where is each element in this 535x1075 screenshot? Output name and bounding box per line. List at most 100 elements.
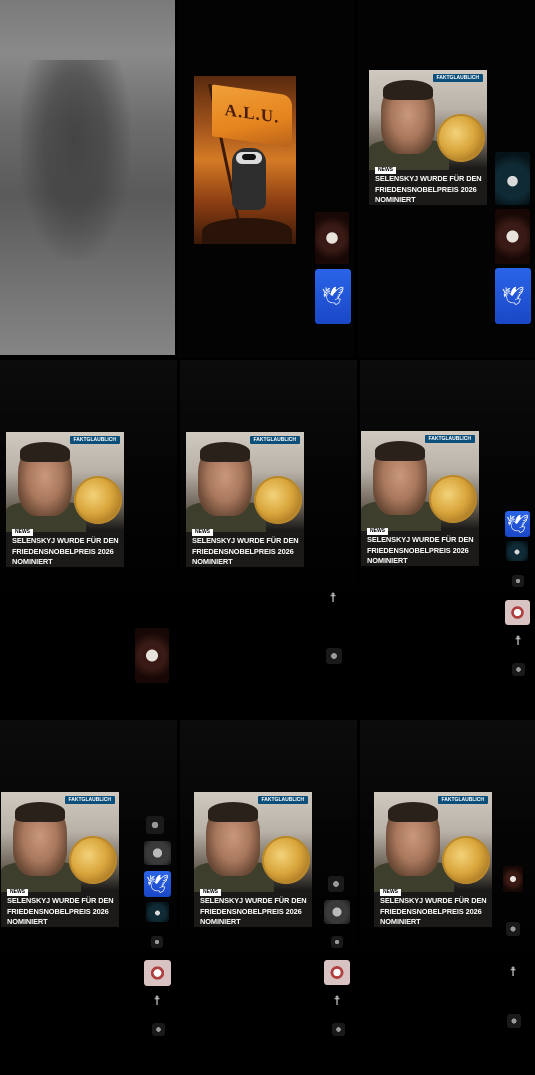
headline-line-3: NOMINIERT [12, 557, 53, 566]
brand-badge: FAKTGLAUBLICH [69, 436, 120, 444]
raccoon-flag-artwork[interactable]: A.L.U. [194, 76, 296, 244]
portrait-hair [20, 442, 70, 462]
person-icon[interactable]: ☨ [328, 992, 346, 1010]
side-thumbnail-record[interactable] [324, 960, 350, 985]
raccoon-figure [232, 148, 266, 210]
news-tag: NEWS [192, 529, 213, 536]
brand-badge: FAKTGLAUBLICH [257, 796, 308, 804]
headline-line-2: FRIEDENSNOBELPREIS 2026 [380, 906, 482, 916]
headline-line-2: FRIEDENSNOBELPREIS 2026 [12, 546, 114, 556]
headline-line-2: FRIEDENSNOBELPREIS 2026 [200, 906, 302, 916]
portrait-hair [15, 802, 65, 822]
post-card[interactable]: FAKTGLAUBLICH NEWS SELENSKYJ WURDE FÜR D… [1, 792, 119, 927]
headline-line-1: SELENSKYJ WURDE FÜR DEN [200, 896, 307, 905]
news-tag: NEWS [380, 889, 401, 896]
news-tag: NEWS [367, 528, 388, 535]
news-tag: NEWS [7, 889, 28, 896]
person-icon[interactable]: ☨ [508, 632, 528, 650]
side-thumbnail-medal[interactable] [135, 628, 169, 683]
headline-line-1: SELENSKYJ WURDE FÜR DEN [375, 174, 482, 183]
rock [202, 218, 292, 244]
news-tag: NEWS [200, 889, 221, 896]
headline-line-1: SELENSKYJ WURDE FÜR DEN [380, 896, 487, 905]
group-icon[interactable] [326, 648, 342, 664]
news-tag: NEWS [12, 529, 33, 536]
group-icon[interactable] [512, 663, 525, 676]
nobel-medal [74, 476, 122, 524]
group-icon[interactable] [332, 1023, 345, 1036]
side-thumbnail-avatar[interactable] [495, 152, 530, 205]
nobel-medal [254, 476, 302, 524]
blurred-video-thumbnail[interactable] [0, 0, 175, 355]
headline: SELENSKYJ WURDE FÜR DEN FRIEDENSNOBELPRE… [192, 536, 302, 567]
portrait-hair [388, 802, 438, 822]
post-card[interactable]: FAKTGLAUBLICH NEWS SELENSKYJ WURDE FÜR D… [194, 792, 312, 927]
side-thumbnail-record[interactable] [144, 960, 171, 986]
nobel-medal [429, 475, 477, 523]
side-thumbnail-coin[interactable] [512, 575, 524, 587]
side-thumbnail-dove[interactable] [495, 268, 531, 324]
portrait-hair [375, 441, 425, 461]
side-thumbnail-group[interactable] [324, 900, 350, 924]
group-icon[interactable] [507, 1014, 521, 1028]
side-thumbnail-medal[interactable] [315, 212, 349, 264]
headline: SELENSKYJ WURDE FÜR DEN FRIEDENSNOBELPRE… [7, 896, 117, 927]
brand-badge: FAKTGLAUBLICH [249, 436, 300, 444]
headline-line-2: FRIEDENSNOBELPREIS 2026 [367, 545, 469, 555]
side-thumbnail-medal[interactable] [503, 866, 523, 892]
side-thumbnail-avatar[interactable] [146, 902, 169, 922]
side-thumbnail-group[interactable] [144, 841, 171, 865]
nobel-medal [437, 114, 485, 162]
portrait-hair [200, 442, 250, 462]
group-icon[interactable] [152, 1023, 165, 1036]
person-icon[interactable]: ☨ [322, 588, 344, 608]
side-thumbnail-coin[interactable] [328, 876, 344, 892]
side-thumbnail-record[interactable] [505, 600, 530, 625]
headline-line-3: NOMINIERT [380, 917, 421, 926]
post-card[interactable]: FAKTGLAUBLICH NEWS SELENSKYJ WURDE FÜR D… [186, 432, 304, 567]
headline: SELENSKYJ WURDE FÜR DEN FRIEDENSNOBELPRE… [380, 896, 490, 927]
headline-line-1: SELENSKYJ WURDE FÜR DEN [12, 536, 119, 545]
headline-line-2: FRIEDENSNOBELPREIS 2026 [375, 184, 477, 194]
flag-text: A.L.U. [224, 100, 280, 127]
person-icon[interactable]: ☨ [503, 962, 523, 982]
headline: SELENSKYJ WURDE FÜR DEN FRIEDENSNOBELPRE… [375, 174, 485, 205]
brand-badge: FAKTGLAUBLICH [64, 796, 115, 804]
side-thumbnail-dove[interactable] [144, 871, 171, 897]
side-thumbnail-coin-small[interactable] [151, 936, 163, 948]
side-thumbnail-medal[interactable] [495, 209, 530, 264]
flag: A.L.U. [212, 84, 292, 148]
headline: SELENSKYJ WURDE FÜR DEN FRIEDENSNOBELPRE… [367, 535, 477, 566]
brand-badge: FAKTGLAUBLICH [424, 435, 475, 443]
headline-line-3: NOMINIERT [375, 195, 416, 204]
nobel-medal [442, 836, 490, 884]
side-thumbnail-avatar[interactable] [506, 541, 528, 561]
brand-badge: FAKTGLAUBLICH [432, 74, 483, 82]
post-card[interactable]: FAKTGLAUBLICH NEWS SELENSKYJ WURDE FÜR D… [361, 431, 479, 566]
person-icon[interactable]: ☨ [148, 992, 166, 1010]
headline-line-3: NOMINIERT [7, 917, 48, 926]
nobel-medal [69, 836, 117, 884]
headline-line-1: SELENSKYJ WURDE FÜR DEN [192, 536, 299, 545]
nobel-medal [262, 836, 310, 884]
post-card[interactable]: FAKTGLAUBLICH NEWS SELENSKYJ WURDE FÜR D… [374, 792, 492, 927]
headline: SELENSKYJ WURDE FÜR DEN FRIEDENSNOBELPRE… [200, 896, 310, 927]
headline-line-1: SELENSKYJ WURDE FÜR DEN [367, 535, 474, 544]
portrait-hair [383, 80, 433, 100]
headline-line-1: SELENSKYJ WURDE FÜR DEN [7, 896, 114, 905]
side-thumbnail-dove[interactable] [315, 269, 351, 324]
headline: SELENSKYJ WURDE FÜR DEN FRIEDENSNOBELPRE… [12, 536, 122, 567]
headline-line-3: NOMINIERT [367, 556, 408, 565]
headline-line-2: FRIEDENSNOBELPREIS 2026 [192, 546, 294, 556]
headline-line-2: FRIEDENSNOBELPREIS 2026 [7, 906, 109, 916]
headline-line-3: NOMINIERT [200, 917, 241, 926]
headline-line-3: NOMINIERT [192, 557, 233, 566]
post-card[interactable]: FAKTGLAUBLICH NEWS SELENSKYJ WURDE FÜR D… [369, 70, 487, 205]
post-card[interactable]: FAKTGLAUBLICH NEWS SELENSKYJ WURDE FÜR D… [6, 432, 124, 567]
brand-badge: FAKTGLAUBLICH [437, 796, 488, 804]
side-thumbnail-dove[interactable] [505, 511, 530, 537]
side-thumbnail-coin[interactable] [506, 922, 520, 936]
side-thumbnail-coin[interactable] [146, 816, 164, 834]
portrait-hair [208, 802, 258, 822]
side-thumbnail-coin-small[interactable] [331, 936, 343, 948]
